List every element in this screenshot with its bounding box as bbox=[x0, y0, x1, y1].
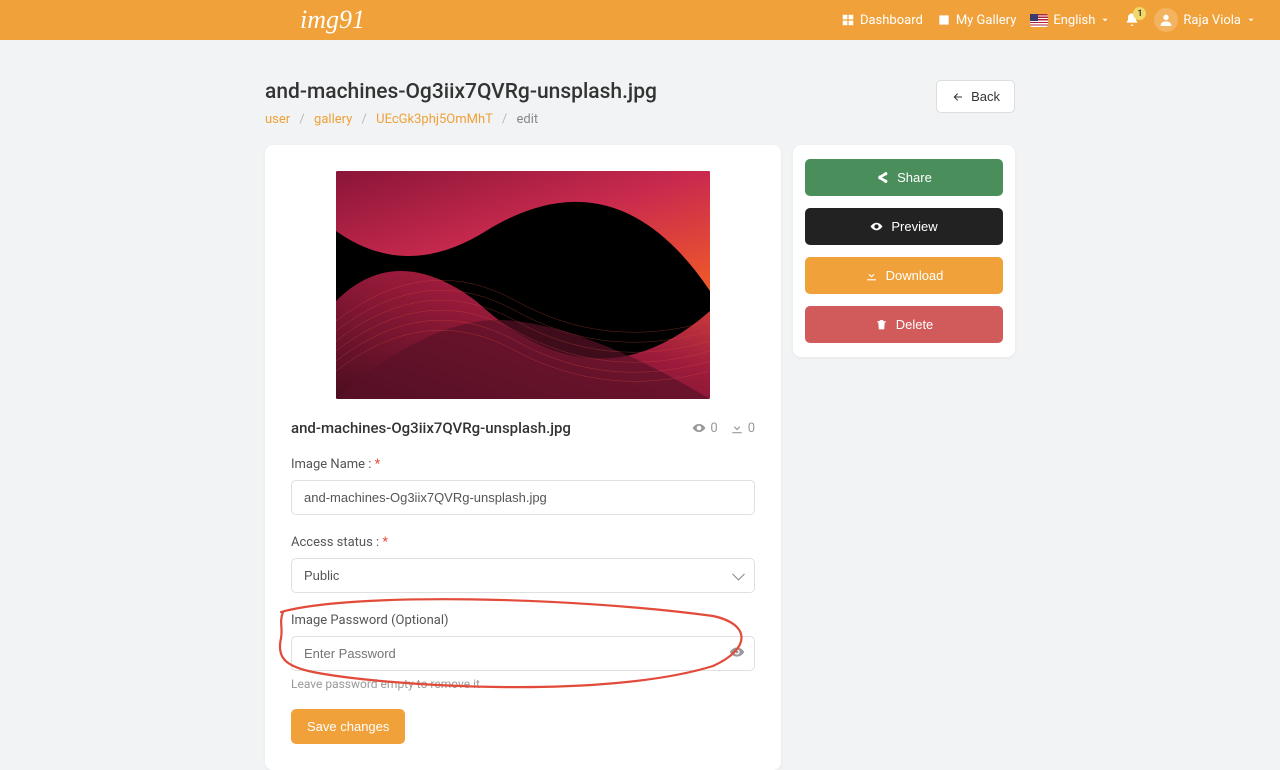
eye-icon bbox=[870, 220, 883, 233]
eye-icon bbox=[729, 644, 745, 660]
delete-button[interactable]: Delete bbox=[805, 306, 1003, 343]
chevron-down-icon bbox=[1100, 15, 1110, 25]
image-preview bbox=[336, 171, 710, 399]
arrow-left-icon bbox=[951, 91, 965, 103]
share-button[interactable]: Share bbox=[805, 159, 1003, 196]
language-label: English bbox=[1053, 13, 1095, 28]
back-button[interactable]: Back bbox=[936, 80, 1015, 113]
share-label: Share bbox=[897, 170, 932, 185]
download-icon bbox=[730, 421, 744, 435]
breadcrumb-gallery[interactable]: gallery bbox=[314, 112, 352, 127]
breadcrumb-current: edit bbox=[516, 112, 538, 127]
flag-us-icon bbox=[1030, 14, 1048, 27]
download-icon bbox=[865, 269, 878, 282]
image-title: and-machines-Og3iix7QVRg-unsplash.jpg bbox=[291, 419, 571, 437]
password-label: Image Password (Optional) bbox=[291, 613, 755, 628]
header-nav: Dashboard My Gallery English 1 Raja Viol… bbox=[841, 8, 1256, 32]
preview-label: Preview bbox=[891, 219, 937, 234]
password-hint: Leave password empty to remove it bbox=[291, 677, 755, 691]
preview-button[interactable]: Preview bbox=[805, 208, 1003, 245]
delete-label: Delete bbox=[896, 317, 934, 332]
user-menu[interactable]: Raja Viola bbox=[1154, 8, 1256, 32]
notifications-badge: 1 bbox=[1133, 7, 1146, 20]
download-button[interactable]: Download bbox=[805, 257, 1003, 294]
toggle-password-visibility[interactable] bbox=[729, 644, 745, 664]
password-input[interactable] bbox=[291, 636, 755, 671]
page-title: and-machines-Og3iix7QVRg-unsplash.jpg bbox=[265, 80, 657, 104]
actions-card: Share Preview Download Delete bbox=[793, 145, 1015, 357]
trash-icon bbox=[875, 318, 888, 331]
nav-gallery-label: My Gallery bbox=[956, 13, 1017, 28]
avatar-icon bbox=[1154, 8, 1178, 32]
breadcrumb-user[interactable]: user bbox=[265, 112, 290, 127]
user-name: Raja Viola bbox=[1183, 13, 1241, 28]
dashboard-icon bbox=[841, 13, 855, 27]
nav-gallery[interactable]: My Gallery bbox=[937, 13, 1017, 28]
notifications-button[interactable]: 1 bbox=[1124, 12, 1140, 28]
language-switcher[interactable]: English bbox=[1030, 13, 1110, 28]
image-name-input[interactable] bbox=[291, 480, 755, 515]
downloads-stat: 0 bbox=[730, 421, 755, 436]
edit-card: and-machines-Og3iix7QVRg-unsplash.jpg 0 … bbox=[265, 145, 781, 770]
top-header: img91 Dashboard My Gallery English 1 Raj… bbox=[0, 0, 1280, 40]
logo[interactable]: img91 bbox=[300, 5, 365, 35]
downloads-count: 0 bbox=[748, 421, 755, 436]
eye-icon bbox=[692, 421, 706, 435]
nav-dashboard-label: Dashboard bbox=[860, 13, 923, 28]
views-count: 0 bbox=[710, 421, 717, 436]
breadcrumb: user / gallery / UEcGk3phj5OmMhT / edit bbox=[265, 112, 657, 127]
image-name-label: Image Name : * bbox=[291, 457, 755, 472]
chevron-down-icon bbox=[1246, 15, 1256, 25]
gallery-icon bbox=[937, 13, 951, 27]
save-changes-button[interactable]: Save changes bbox=[291, 709, 405, 744]
access-status-select[interactable]: Public bbox=[291, 558, 755, 593]
share-icon bbox=[876, 171, 889, 184]
access-status-label: Access status : * bbox=[291, 535, 755, 550]
download-label: Download bbox=[886, 268, 944, 283]
page-content: and-machines-Og3iix7QVRg-unsplash.jpg us… bbox=[265, 40, 1015, 770]
breadcrumb-id[interactable]: UEcGk3phj5OmMhT bbox=[376, 112, 493, 127]
views-stat: 0 bbox=[692, 421, 717, 436]
back-label: Back bbox=[971, 89, 1000, 104]
nav-dashboard[interactable]: Dashboard bbox=[841, 13, 923, 28]
